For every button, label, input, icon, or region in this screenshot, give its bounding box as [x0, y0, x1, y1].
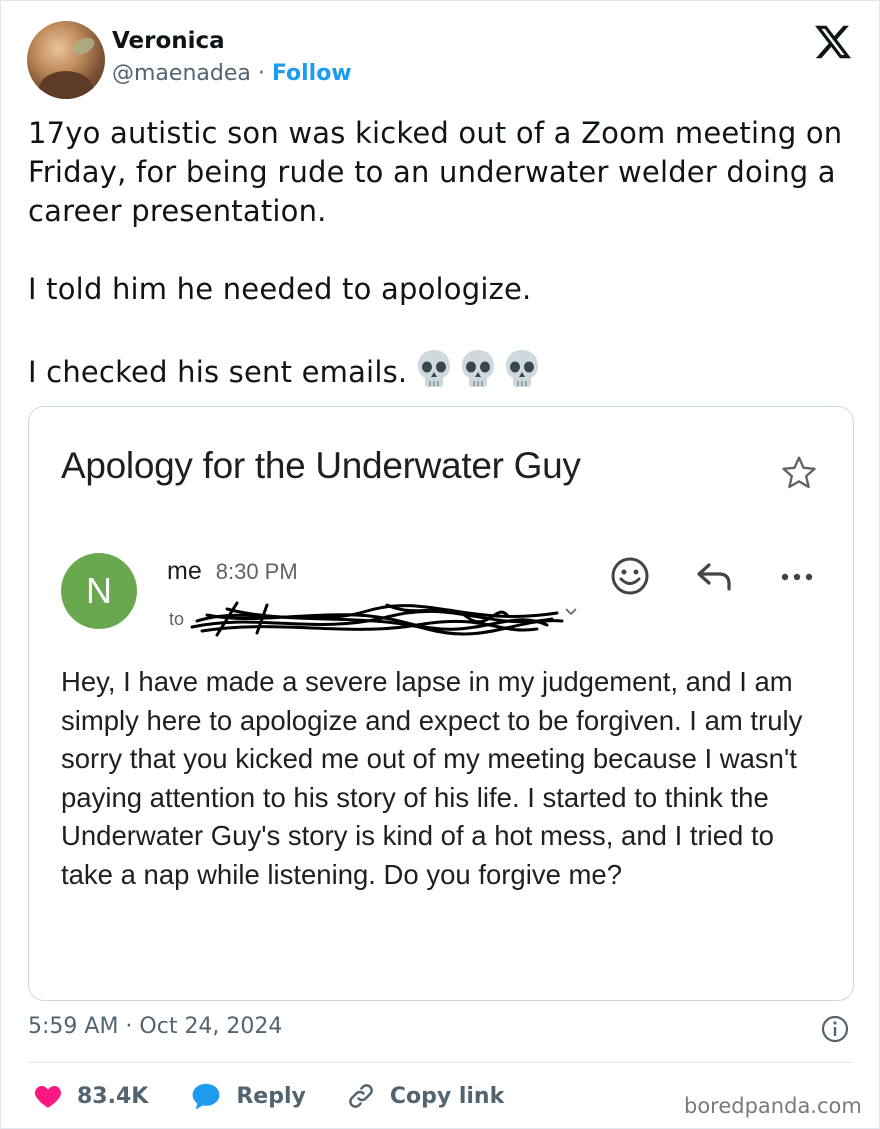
sent-time: 8:30 PM: [215, 559, 298, 584]
email-body: Hey, I have made a severe lapse in my ju…: [61, 666, 803, 890]
avatar-figure: [39, 71, 93, 99]
skull-emojis: [415, 348, 541, 388]
separator-dot: ·: [257, 61, 265, 86]
action-bar: 83.4K Reply Copy link: [33, 1078, 504, 1114]
user-avatar[interactable]: [27, 21, 105, 99]
chevron-down-icon[interactable]: [563, 603, 579, 619]
info-icon[interactable]: [820, 1014, 850, 1044]
recipient-redacted: to: [167, 599, 587, 639]
like-button[interactable]: 83.4K: [33, 1083, 148, 1109]
skull-emoji-icon: [462, 350, 495, 387]
follow-button[interactable]: Follow: [272, 61, 352, 86]
comment-icon: [192, 1083, 220, 1110]
email-screenshot[interactable]: Apology for the Underwater Guy N me 8:30 …: [28, 406, 854, 1001]
tweet-text: 17yo autistic son was kicked out of a Zo…: [28, 114, 858, 392]
skull-emoji-icon: [506, 350, 539, 387]
reply-icon[interactable]: [693, 557, 735, 595]
reply-button[interactable]: Reply: [190, 1082, 306, 1110]
x-logo-icon[interactable]: [813, 22, 853, 62]
tweet-timestamp[interactable]: 5:59 AM · Oct 24, 2024: [28, 1014, 282, 1039]
copy-link-button[interactable]: Copy link: [346, 1081, 504, 1111]
heart-icon: [35, 1085, 61, 1108]
display-name[interactable]: Veronica: [112, 28, 225, 54]
star-icon: [782, 456, 816, 489]
to-prefix: to: [169, 609, 184, 629]
emoji-reaction-icon[interactable]: [609, 555, 651, 597]
sender-name: me: [167, 557, 202, 585]
like-count: 83.4K: [77, 1083, 149, 1109]
watermark: boredpanda.com: [684, 1094, 862, 1118]
divider: [28, 1062, 853, 1063]
redaction-scribble: to: [169, 601, 564, 637]
avatar-leaf: [70, 34, 98, 58]
sender-line: me 8:30 PM: [167, 557, 298, 586]
copy-link-label: Copy link: [389, 1083, 505, 1109]
handle-row: @maenadea · Follow: [112, 61, 352, 86]
user-handle[interactable]: @maenadea: [112, 61, 251, 86]
more-options-icon[interactable]: [777, 567, 817, 587]
sender-avatar: N: [61, 553, 137, 629]
skull-emoji-icon: [418, 350, 451, 387]
email-subject: Apology for the Underwater Guy: [61, 445, 581, 486]
reply-label: Reply: [236, 1083, 306, 1109]
link-icon: [349, 1084, 373, 1108]
